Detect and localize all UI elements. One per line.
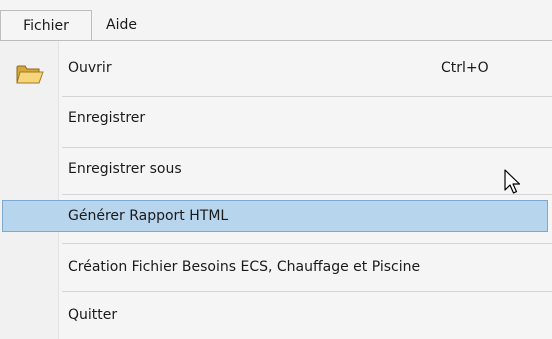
folder-open-icon (16, 65, 44, 84)
shortcut-label: Ctrl+O (441, 60, 489, 76)
menu-item-label: Enregistrer sous (68, 161, 182, 177)
menu-bar: Fichier Aide (0, 0, 552, 40)
menu-item-generer-rapport-html[interactable]: Générer Rapport HTML (0, 199, 552, 233)
menu-separator (62, 194, 552, 195)
gutter-divider (58, 41, 59, 339)
menu-item-label: Quitter (68, 307, 118, 323)
menu-item-creation-fichier-besoins[interactable]: Création Fichier Besoins ECS, Chauffage … (0, 250, 552, 284)
menu-item-label: Générer Rapport HTML (68, 208, 229, 224)
mouse-cursor-icon (504, 169, 521, 194)
menu-item-enregistrer[interactable]: Enregistrer (0, 101, 552, 135)
menu-item-quitter[interactable]: Quitter (0, 298, 552, 332)
menu-separator (62, 243, 552, 244)
menu-fichier[interactable]: Fichier (0, 10, 92, 40)
menu-item-ouvrir[interactable]: Ouvrir Ctrl+O (0, 51, 552, 85)
menu-aide[interactable]: Aide (98, 10, 145, 40)
menu-item-label: Enregistrer (68, 110, 146, 126)
fichier-dropdown: Ouvrir Ctrl+O Enregistrer Enregistrer so… (0, 40, 552, 339)
menu-separator (62, 96, 552, 97)
menu-separator (62, 147, 552, 148)
menu-item-label: Création Fichier Besoins ECS, Chauffage … (68, 259, 421, 275)
menu-item-label: Ouvrir (68, 60, 112, 76)
menu-item-enregistrer-sous[interactable]: Enregistrer sous (0, 152, 552, 186)
menu-separator (62, 291, 552, 292)
